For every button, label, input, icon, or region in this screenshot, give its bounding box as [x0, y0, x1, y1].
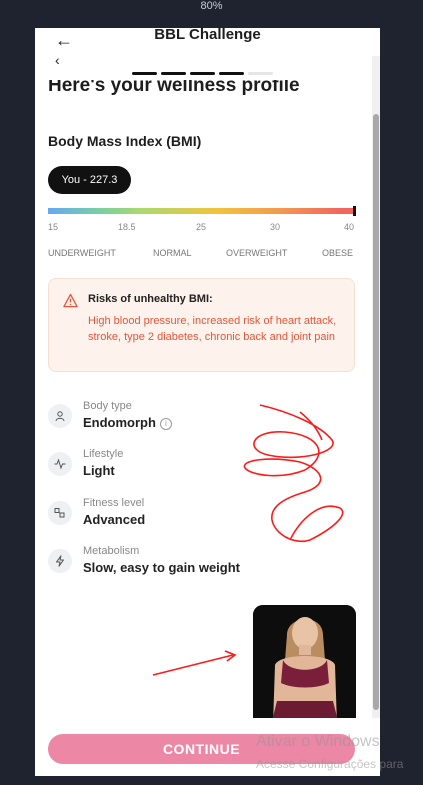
zoom-level-label: 80%	[200, 0, 223, 12]
top-bar: ← BBL Challenge	[35, 28, 380, 56]
app-window: ← BBL Challenge ▲ ▼ ‹ Here's your wellne…	[35, 28, 380, 776]
profile-item-fitness-level: Fitness level Advanced	[48, 497, 348, 537]
page-heading: Here's your wellness profile	[48, 80, 300, 96]
warning-text: High blood pressure, increased risk of h…	[88, 315, 337, 343]
profile-label: Body type	[83, 400, 132, 412]
progress-segment	[161, 72, 186, 75]
bmi-risk-warning: Risks of unhealthy BMI: High blood press…	[48, 278, 355, 372]
lightning-icon	[48, 549, 72, 573]
bmi-tick: 30	[270, 222, 281, 232]
activity-icon	[48, 452, 72, 476]
person-icon	[48, 404, 72, 428]
profile-value: Advanced	[83, 512, 146, 527]
bmi-value-badge: You - 227.3	[48, 166, 131, 194]
profile-label: Fitness level	[83, 497, 145, 509]
body-avatar-image	[253, 605, 356, 725]
step-progress	[132, 72, 273, 75]
bmi-category: UNDERWEIGHT	[48, 248, 116, 258]
bmi-tick: 40	[344, 222, 355, 232]
fitness-icon	[48, 501, 72, 525]
progress-segment	[190, 72, 215, 75]
info-icon[interactable]: i	[159, 417, 172, 430]
warning-icon	[63, 293, 78, 308]
progress-segment	[132, 72, 157, 75]
bmi-marker	[353, 206, 356, 216]
scrollbar-thumb[interactable]	[373, 114, 379, 710]
progress-segment	[248, 72, 273, 75]
bmi-title: Body Mass Index (BMI)	[48, 133, 202, 149]
app-title: BBL Challenge	[154, 28, 261, 43]
bmi-tick: 25	[196, 222, 207, 232]
profile-value: Slow, easy to gain weight	[83, 560, 240, 575]
profile-value: Light	[83, 463, 115, 478]
step-back-icon[interactable]: ‹	[55, 52, 60, 68]
profile-value: Endomorph i	[83, 415, 172, 430]
page-heading-container: Here's your wellness profile	[48, 80, 300, 102]
bmi-category: OVERWEIGHT	[226, 248, 288, 258]
warning-title: Risks of unhealthy BMI:	[88, 293, 213, 305]
profile-label: Metabolism	[83, 545, 140, 557]
bmi-categories: UNDERWEIGHT NORMAL OVERWEIGHT OBESE	[48, 248, 358, 260]
windows-activation-subtitle: Acesse Configurações para	[256, 757, 404, 771]
bmi-ticks: 15 18.5 25 30 40	[48, 222, 358, 234]
progress-segment	[219, 72, 244, 75]
profile-item-metabolism: Metabolism Slow, easy to gain weight	[48, 545, 348, 585]
bmi-tick: 15	[48, 222, 59, 232]
bmi-category: OBESE	[322, 248, 354, 258]
profile-item-lifestyle: Lifestyle Light	[48, 448, 348, 488]
bmi-scale-bar	[48, 208, 355, 214]
windows-activation-title: Ativar o Windows	[256, 733, 380, 750]
bmi-tick: 18.5	[118, 222, 136, 232]
profile-item-body-type: Body type Endomorph i	[48, 400, 348, 440]
profile-value-text: Endomorph	[83, 415, 156, 430]
bmi-category: NORMAL	[153, 248, 192, 258]
profile-label: Lifestyle	[83, 448, 124, 460]
